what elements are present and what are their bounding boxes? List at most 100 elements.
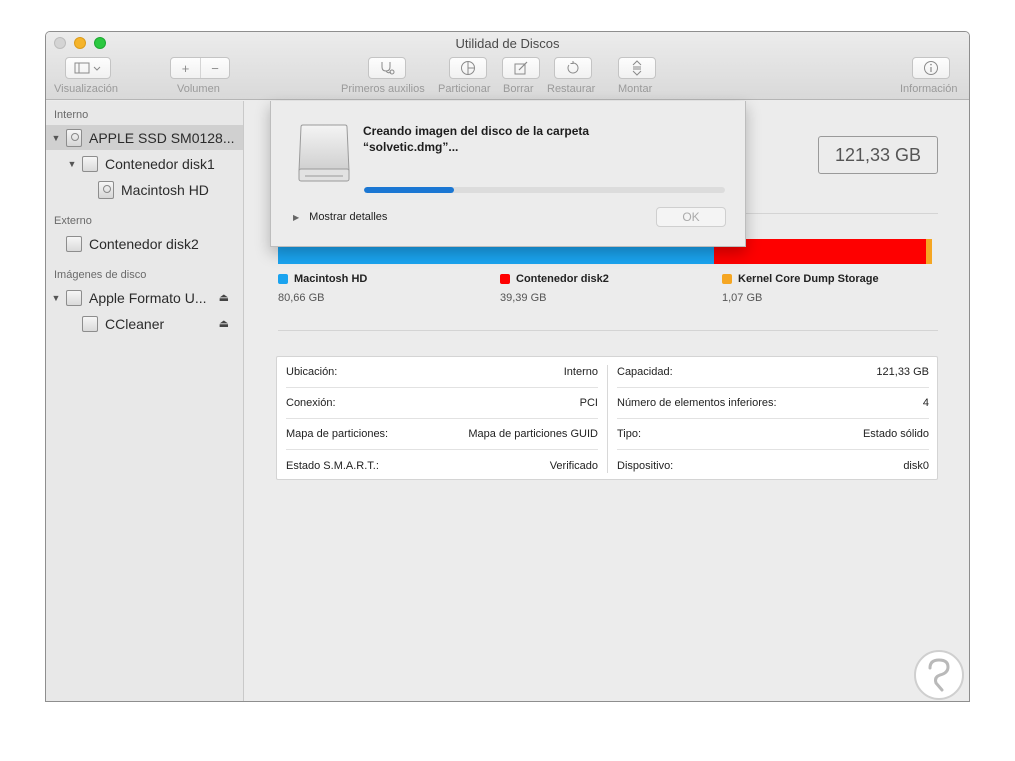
sidebar-item-label: APPLE SSD SM0128... [89,129,235,146]
section-external: Externo [54,215,92,227]
watermark-logo-icon [914,650,964,700]
info-row: Tipo: Estado sólido [617,419,929,450]
mount-button[interactable] [618,57,656,79]
info-column-right: Capacidad: 121,33 GB Número de elementos … [608,357,938,479]
sheet-title: Creando imagen del disco de la carpeta “… [363,124,590,154]
info-key: Mapa de particiones: [286,428,389,440]
disclosure-triangle-icon[interactable]: ▼ [50,293,62,303]
capacity-display: 121,33 GB [818,136,938,174]
info-row: Dispositivo: disk0 [617,450,929,481]
restore-button[interactable] [554,57,592,79]
info-value: 4 [922,397,929,409]
info-column-left: Ubicación: Interno Conexión: PCI Mapa de p… [277,357,607,479]
pie-partition-icon [461,61,475,75]
first-aid-button[interactable] [368,57,406,79]
sidebar-item-ccleaner[interactable]: CCleaner ⏏ [46,311,243,336]
sidebar-item-macintosh-hd[interactable]: Macintosh HD [46,177,243,202]
sidebar-item-container-disk2[interactable]: Contenedor disk2 [46,231,243,256]
erase-label: Borrar [503,83,534,95]
info-value: Verificado [549,459,598,472]
partition-label: Particionar [438,83,491,95]
info-value: Interno [563,366,598,378]
container-icon [82,155,98,172]
info-label: Información [900,83,958,95]
restore-arrow-icon [567,61,579,74]
info-row: Estado S.M.A.R.T.: Verificado [286,450,598,481]
sidebar-item-label: Contenedor disk1 [105,155,215,172]
legend-swatch [278,274,288,284]
legend-size: 1,07 GB [722,292,763,304]
first-aid-label: Primeros auxilios [341,83,425,95]
hard-drive-icon [298,124,350,182]
info-row: Ubicación: Interno [286,357,598,388]
info-value: PCI [579,397,598,409]
sidebar-item-label: Contenedor disk2 [89,235,199,252]
erase-pencil-icon [514,61,528,75]
view-button[interactable] [65,57,111,79]
progress-fill [364,187,455,193]
legend-swatch [722,274,732,284]
disclosure-triangle-icon[interactable]: ▼ [66,159,78,169]
mount-label: Montar [618,83,653,95]
info-key: Capacidad: [617,366,673,378]
info-icon [924,61,938,75]
sidebar-item-label: Apple Formato U... [89,289,207,306]
disclosure-triangle-icon: ▶ [293,212,300,222]
view-label: Visualización [54,83,119,95]
info-value: Estado sólido [862,428,929,440]
show-details-toggle[interactable]: ▶ Mostrar detalles [293,211,387,223]
legend-name: Kernel Core Dump Storage [738,273,879,285]
info-row: Número de elementos inferiores: 4 [617,388,929,419]
remove-volume-button[interactable]: − [200,58,229,78]
sidebar-item-apple-format[interactable]: ▼ Apple Formato U... ⏏ [46,285,243,310]
sidebar-icon [74,62,101,74]
divider [278,330,938,331]
mount-icon [632,60,642,76]
external-drive-icon [66,235,82,252]
disk-image-icon [82,315,98,332]
progress-sheet: Creando imagen del disco de la carpeta “… [270,101,746,247]
restore-label: Restaurar [547,83,596,95]
info-value: 121,33 GB [876,366,929,378]
sidebar-item-container-disk1[interactable]: ▼ Contenedor disk1 [46,151,243,176]
disk-image-icon [66,289,82,306]
disclosure-triangle-icon[interactable]: ▼ [50,133,62,143]
info-row: Mapa de particiones: Mapa de particiones … [286,419,598,450]
info-button[interactable] [912,57,950,79]
progress-bar [364,187,725,193]
ssd-drive-icon [66,128,82,147]
window-title: Utilidad de Discos [455,36,560,51]
erase-button[interactable] [502,57,540,79]
volume-drive-icon [98,180,114,199]
info-key: Número de elementos inferiores: [617,397,777,409]
volume-label: Volumen [177,83,220,95]
disk-utility-window: Utilidad de Discos Visualización + − Vol… [45,31,970,702]
legend-swatch [500,274,510,284]
legend-name: Contenedor disk2 [516,273,609,285]
info-value: Mapa de particiones GUID [468,428,598,440]
info-row: Conexión: PCI [286,388,598,419]
partition-button[interactable] [449,57,487,79]
sidebar-item-label: Macintosh HD [121,181,209,198]
section-disk-images: Imágenes de disco [54,269,147,281]
info-key: Estado S.M.A.R.T.: [286,459,379,472]
legend-size: 80,66 GB [278,292,325,304]
stethoscope-icon [381,62,395,75]
legend-name: Macintosh HD [294,273,368,285]
eject-icon[interactable]: ⏏ [219,317,229,330]
show-details-label: Mostrar detalles [309,211,388,223]
toolbar: Utilidad de Discos Visualización + − Vol… [46,32,969,100]
info-row: Capacidad: 121,33 GB [617,357,929,388]
add-volume-button[interactable]: + [171,58,200,78]
ok-button[interactable]: OK [656,207,726,227]
section-internal: Interno [54,109,89,121]
legend-container-disk2: Contenedor disk2 39,39 GB [500,273,609,304]
volume-segmented: + − [170,57,230,79]
legend-size: 39,39 GB [500,292,547,304]
legend-macintosh-hd: Macintosh HD 80,66 GB [278,273,367,304]
eject-icon[interactable]: ⏏ [219,291,229,304]
sidebar-item-label: CCleaner [105,315,165,332]
info-table: Ubicación: Interno Conexión: PCI Mapa de p… [276,356,938,480]
info-key: Conexión: [286,397,336,409]
sidebar-item-apple-ssd[interactable]: ▼ APPLE SSD SM0128... [46,125,243,150]
